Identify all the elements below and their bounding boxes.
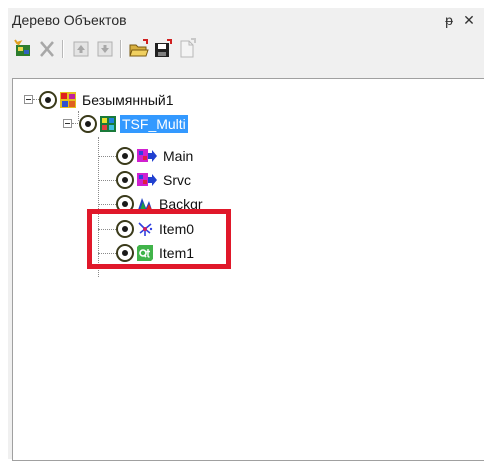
tree-node-tsf-multi[interactable]: TSF_Multi bbox=[79, 113, 188, 135]
toolbar-separator bbox=[120, 40, 122, 58]
tree-node-item0[interactable]: Item0 bbox=[116, 218, 196, 240]
save-icon[interactable] bbox=[152, 38, 174, 60]
tree-node-srvc[interactable]: Srvc bbox=[116, 169, 193, 191]
collapse-toggle[interactable] bbox=[63, 119, 72, 128]
pin-button[interactable]: ᵽ bbox=[440, 10, 458, 30]
visibility-eye-icon[interactable] bbox=[116, 244, 134, 262]
scene-arrow-icon bbox=[137, 172, 157, 188]
tree-connector bbox=[72, 123, 78, 124]
visibility-eye-icon[interactable] bbox=[39, 91, 57, 109]
visibility-eye-icon[interactable] bbox=[79, 115, 97, 133]
panel-title: Дерево Объектов bbox=[12, 12, 127, 28]
background-icon bbox=[137, 196, 153, 212]
tree-node-label: Srvc bbox=[163, 172, 191, 188]
tree-connector bbox=[98, 229, 116, 230]
multi-scene-icon bbox=[100, 116, 116, 132]
close-button[interactable]: ✕ bbox=[460, 10, 478, 30]
move-down-icon[interactable] bbox=[94, 38, 116, 60]
collapse-toggle[interactable] bbox=[24, 95, 33, 104]
tree-node-label: TSF_Multi bbox=[120, 115, 188, 133]
tree-node-backgr[interactable]: Backgr bbox=[116, 193, 205, 215]
add-object-icon[interactable] bbox=[12, 38, 34, 60]
toolbar-separator bbox=[62, 40, 64, 58]
visibility-eye-icon[interactable] bbox=[116, 195, 134, 213]
scene-arrow-icon bbox=[137, 148, 157, 164]
tree-node-label: Безымянный1 bbox=[82, 92, 174, 108]
new-document-icon[interactable] bbox=[176, 38, 198, 60]
tree-node-root[interactable]: Безымянный1 bbox=[39, 89, 176, 111]
tree-node-item1[interactable]: Item1 bbox=[116, 242, 196, 264]
visibility-eye-icon[interactable] bbox=[116, 171, 134, 189]
tree-connector bbox=[98, 204, 116, 205]
delete-icon[interactable] bbox=[36, 38, 58, 60]
tree-node-main[interactable]: Main bbox=[116, 145, 195, 167]
tree-connector bbox=[98, 156, 116, 157]
object-tree: Безымянный1 TSF_Multi Main Srvc Backgr I… bbox=[12, 78, 484, 461]
open-folder-icon[interactable] bbox=[128, 38, 150, 60]
tree-node-label: Item1 bbox=[159, 245, 195, 261]
tree-connector bbox=[98, 137, 99, 277]
tree-node-label: Main bbox=[163, 148, 194, 164]
visibility-eye-icon[interactable] bbox=[116, 147, 134, 165]
tree-connector bbox=[98, 180, 116, 181]
qt-icon bbox=[137, 245, 153, 261]
move-up-icon[interactable] bbox=[70, 38, 92, 60]
panel-titlebar: Дерево Объектов ᵽ ✕ bbox=[8, 8, 484, 32]
starburst-icon bbox=[137, 221, 153, 237]
tree-connector bbox=[98, 253, 116, 254]
toolbar bbox=[8, 34, 484, 64]
tree-node-label: Backgr bbox=[159, 196, 203, 212]
object-tree-panel: Дерево Объектов ᵽ ✕ Безымянный1 TSF_Mult… bbox=[8, 8, 484, 461]
tree-node-label: Item0 bbox=[159, 221, 195, 237]
project-icon bbox=[60, 92, 76, 108]
visibility-eye-icon[interactable] bbox=[116, 220, 134, 238]
